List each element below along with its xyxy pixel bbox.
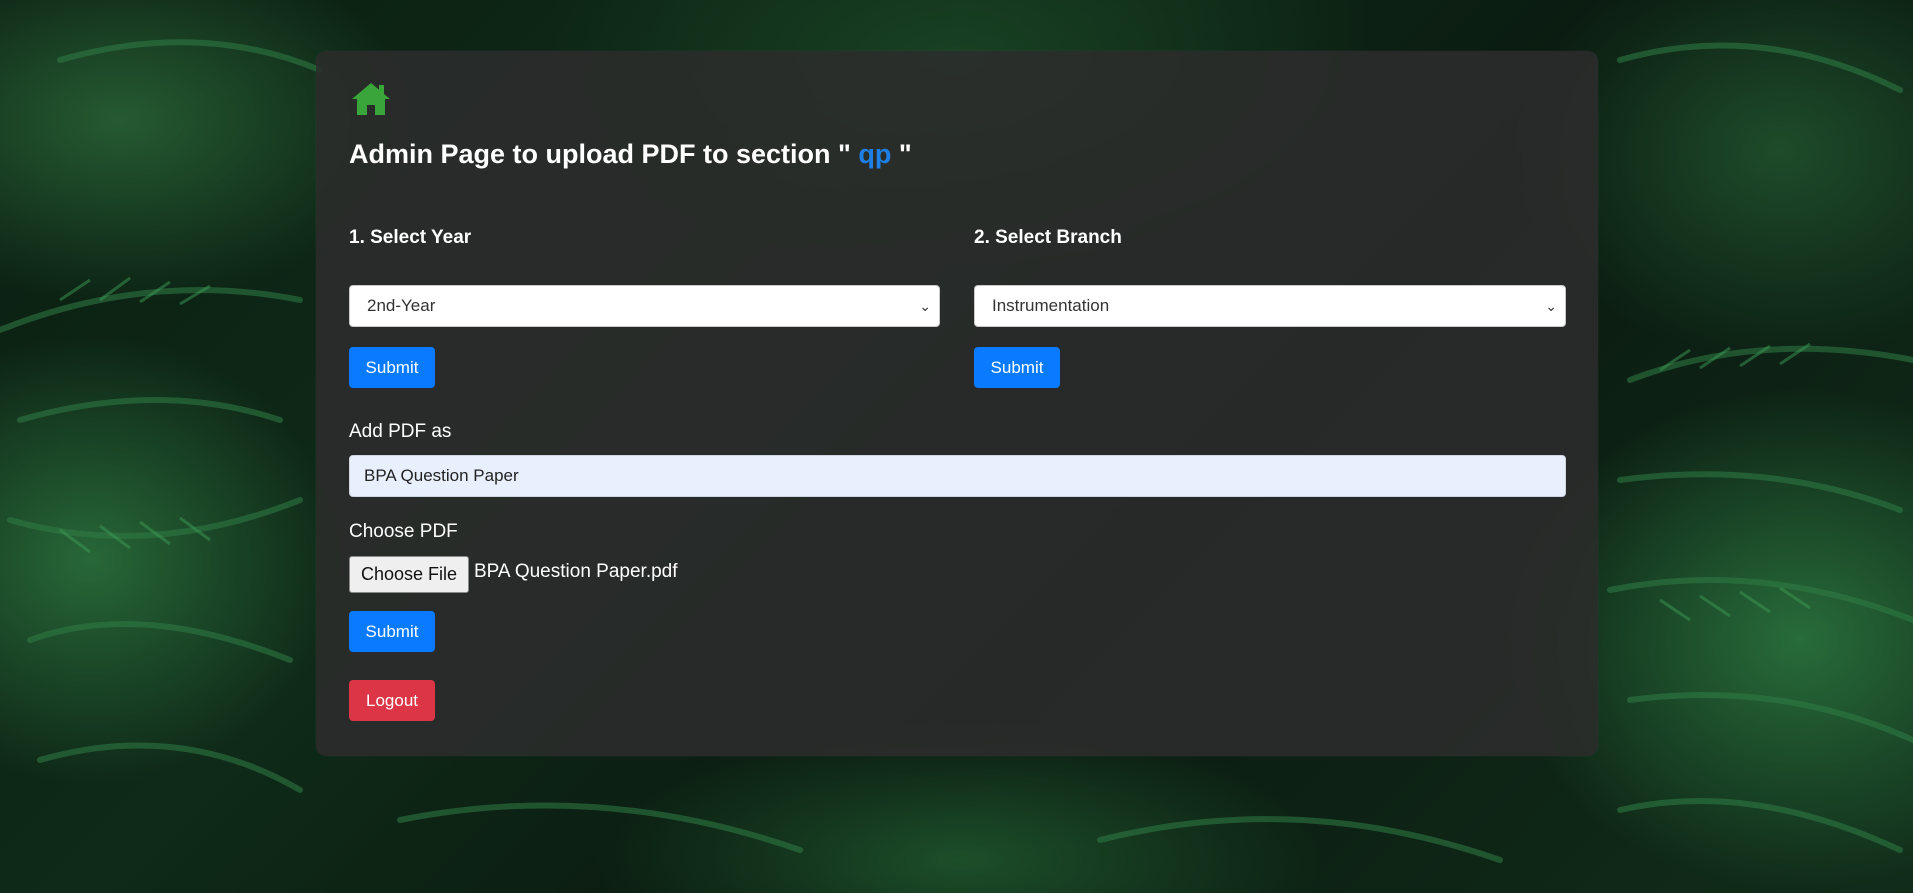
- admin-upload-card: Admin Page to upload PDF to section " qp…: [316, 51, 1598, 756]
- title-prefix: Admin Page to upload PDF to section ": [349, 139, 859, 169]
- branch-select[interactable]: Instrumentation ⌄: [974, 285, 1566, 327]
- year-select-value: 2nd-Year: [367, 296, 436, 315]
- section-name: qp: [858, 139, 892, 169]
- chevron-down-icon: ⌄: [1545, 298, 1557, 314]
- selected-file-name: BPA Question Paper.pdf: [474, 561, 678, 582]
- select-year-label: 1. Select Year: [349, 227, 472, 248]
- add-pdf-label: Add PDF as: [349, 421, 452, 442]
- branch-select-value: Instrumentation: [992, 296, 1110, 315]
- page-title: Admin Page to upload PDF to section " qp…: [349, 139, 912, 170]
- pdf-name-input[interactable]: BPA Question Paper: [349, 455, 1566, 497]
- select-branch-label: 2. Select Branch: [974, 227, 1122, 248]
- pdf-submit-button[interactable]: Submit: [349, 611, 435, 652]
- choose-pdf-label: Choose PDF: [349, 521, 458, 542]
- chevron-down-icon: ⌄: [919, 298, 931, 314]
- home-icon[interactable]: [350, 81, 392, 117]
- branch-submit-button[interactable]: Submit: [974, 347, 1060, 388]
- title-suffix: ": [891, 139, 912, 169]
- choose-file-button[interactable]: Choose File: [349, 556, 469, 593]
- logout-button[interactable]: Logout: [349, 680, 435, 721]
- year-submit-button[interactable]: Submit: [349, 347, 435, 388]
- year-select[interactable]: 2nd-Year ⌄: [349, 285, 940, 327]
